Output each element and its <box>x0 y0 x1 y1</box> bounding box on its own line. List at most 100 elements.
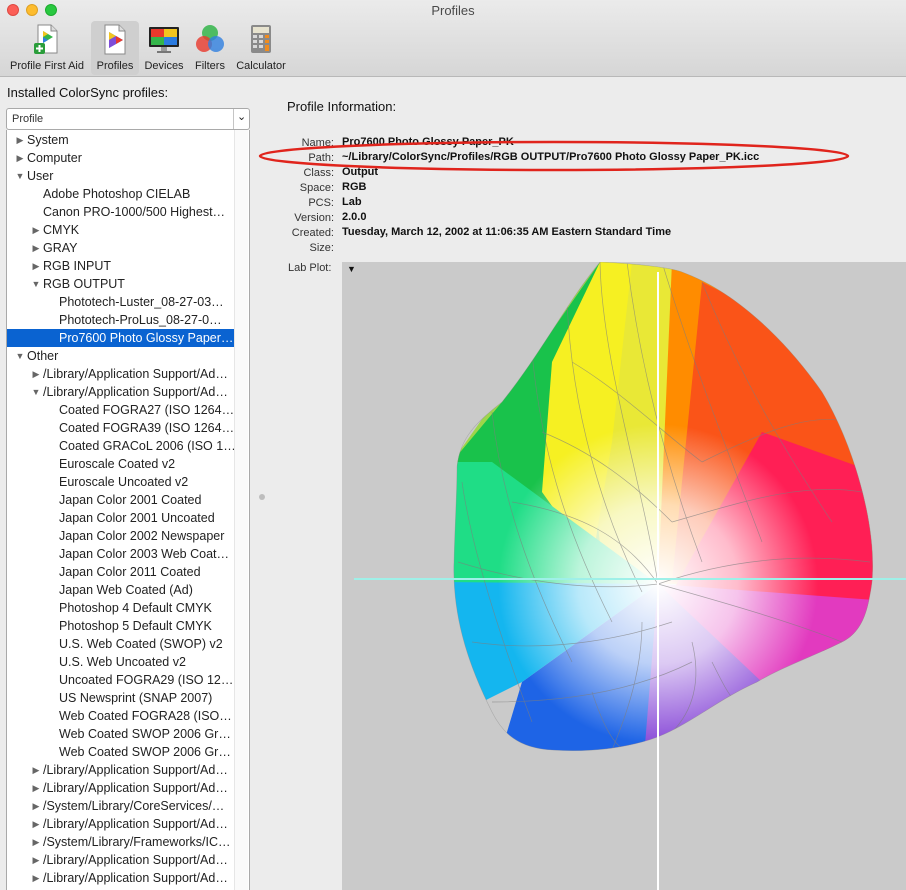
tree-row-label: RGB INPUT <box>43 259 112 273</box>
version-value: 2.0.0 <box>342 211 367 223</box>
tree-row[interactable]: Phototech-ProLus_08-27-0… <box>7 311 235 329</box>
tree-row[interactable]: Web Coated SWOP 2006 Gr… <box>7 743 235 761</box>
disclosure-collapsed-icon[interactable]: ▶ <box>31 797 41 815</box>
tree-row[interactable]: Adobe Photoshop CIELAB <box>7 185 235 203</box>
toolbar-calculator[interactable]: Calculator <box>232 21 290 75</box>
plot-options-disclosure-icon[interactable]: ▼ <box>347 264 356 274</box>
toolbar-devices[interactable]: Devices <box>140 21 188 75</box>
profile-information-heading: Profile Information: <box>287 99 397 114</box>
tree-row[interactable]: ▶/Library/Application Support/Ad… <box>7 779 235 797</box>
tree-row[interactable]: Coated GRACoL 2006 (ISO 1… <box>7 437 235 455</box>
tree-row[interactable]: ▶/System/Library/CoreServices/… <box>7 797 235 815</box>
disclosure-collapsed-icon[interactable]: ▶ <box>31 761 41 779</box>
tree-row[interactable]: ▼ User <box>7 167 235 185</box>
tree-row[interactable]: ▶/System/Library/Frameworks/IC… <box>7 833 235 851</box>
tree-row[interactable]: Japan Color 2003 Web Coat… <box>7 545 235 563</box>
lab-gamut-plot <box>354 261 906 890</box>
tree-row[interactable]: ▶ RGB INPUT <box>7 257 235 275</box>
tree-row[interactable]: Phototech-Luster_08-27-03… <box>7 293 235 311</box>
tree-row-label: /Library/Application Support/Ad… <box>43 763 228 777</box>
tree-row[interactable]: ▶/Library/Application Support/Ad… <box>7 851 235 869</box>
tree-row[interactable]: US Newsprint (SNAP 2007) <box>7 689 235 707</box>
tree-row[interactable]: Japan Color 2001 Coated <box>7 491 235 509</box>
tree-row[interactable]: Japan Color 2002 Newspaper <box>7 527 235 545</box>
tree-row[interactable]: Euroscale Coated v2 <box>7 455 235 473</box>
disclosure-collapsed-icon[interactable]: ▶ <box>31 833 41 851</box>
tree-row[interactable]: Pro7600 Photo Glossy Paper… <box>7 329 235 347</box>
tree-row[interactable]: ▼ Other <box>7 347 235 365</box>
installed-profiles-heading: Installed ColorSync profiles: <box>7 85 169 100</box>
disclosure-collapsed-icon[interactable]: ▶ <box>31 257 41 275</box>
disclosure-collapsed-icon[interactable]: ▶ <box>31 779 41 797</box>
tree-row[interactable]: ▼ RGB OUTPUT <box>7 275 235 293</box>
tree-row-label: U.S. Web Uncoated v2 <box>59 655 186 669</box>
tree-row[interactable]: ▶ CMYK <box>7 221 235 239</box>
tree-row[interactable]: Uncoated FOGRA29 (ISO 12… <box>7 671 235 689</box>
lab-plot-label: Lab Plot: <box>288 262 332 274</box>
disclosure-expanded-icon[interactable]: ▼ <box>15 167 25 185</box>
disclosure-expanded-icon[interactable]: ▼ <box>31 275 41 293</box>
tree-row[interactable]: Coated FOGRA39 (ISO 1264… <box>7 419 235 437</box>
tree-row[interactable]: Canon PRO-1000/500 Highest… <box>7 203 235 221</box>
select-dropdown-button[interactable]: ⌄ <box>233 109 249 129</box>
tree-row[interactable]: Photoshop 5 Default CMYK <box>7 617 235 635</box>
toolbar-label: Devices <box>144 60 184 72</box>
disclosure-collapsed-icon[interactable]: ▶ <box>31 815 41 833</box>
tree-row-label: /Library/Application Support/Ad… <box>43 817 228 831</box>
tree-row-label: Photoshop 5 Default CMYK <box>59 619 212 633</box>
tree-row[interactable]: Japan Color 2011 Coated <box>7 563 235 581</box>
disclosure-collapsed-icon[interactable]: ▶ <box>31 851 41 869</box>
toolbar-profile-first-aid[interactable]: Profile First Aid <box>4 21 90 75</box>
profile-filter-select[interactable]: Profile ⌄ <box>6 108 250 130</box>
pcs-value: Lab <box>342 196 362 208</box>
tree-row-label: Canon PRO-1000/500 Highest… <box>43 205 226 219</box>
tree-scrollbar[interactable] <box>234 130 248 890</box>
tree-row[interactable]: Coated FOGRA27 (ISO 1264… <box>7 401 235 419</box>
disclosure-collapsed-icon[interactable]: ▶ <box>31 239 41 257</box>
toolbar-profiles[interactable]: Profiles <box>91 21 139 75</box>
disclosure-collapsed-icon[interactable]: ▶ <box>15 131 25 149</box>
tree-row[interactable]: Euroscale Uncoated v2 <box>7 473 235 491</box>
tree-row-label: US Newsprint (SNAP 2007) <box>59 691 213 705</box>
calculator-icon <box>245 23 277 55</box>
disclosure-collapsed-icon[interactable]: ▶ <box>31 221 41 239</box>
tree-row[interactable]: Photoshop 4 Default CMYK <box>7 599 235 617</box>
tree-row[interactable]: ▶ System <box>7 131 235 149</box>
tree-row-label: Pro7600 Photo Glossy Paper… <box>59 331 234 345</box>
window-title: Profiles <box>431 3 475 18</box>
toolbar-label: Profile First Aid <box>10 60 84 72</box>
version-label: Version: <box>294 212 334 224</box>
tree-row[interactable]: Web Coated SWOP 2006 Gr… <box>7 725 235 743</box>
tree-row[interactable]: ▶ GRAY <box>7 239 235 257</box>
created-value: Tuesday, March 12, 2002 at 11:06:35 AM E… <box>342 226 672 238</box>
tree-row-label: /Library/Application Support/Ad… <box>43 871 228 885</box>
disclosure-collapsed-icon[interactable]: ▶ <box>31 869 41 887</box>
tree-row[interactable]: ▶/Library/Application Support/Ad… <box>7 365 235 383</box>
tree-row[interactable]: U.S. Web Coated (SWOP) v2 <box>7 635 235 653</box>
tree-row[interactable]: Japan Color 2001 Uncoated <box>7 509 235 527</box>
disclosure-expanded-icon[interactable]: ▼ <box>15 347 25 365</box>
tree-row[interactable]: U.S. Web Uncoated v2 <box>7 653 235 671</box>
disclosure-collapsed-icon[interactable]: ▶ <box>15 149 25 167</box>
tree-row[interactable]: ▶/Library/Application Support/Ad… <box>7 761 235 779</box>
split-view-handle[interactable] <box>259 494 265 500</box>
toolbar-filters[interactable]: Filters <box>189 21 231 75</box>
tree-row[interactable]: ▶ Computer <box>7 149 235 167</box>
tree-row-label: CMYK <box>43 223 80 237</box>
tree-row-label: User <box>27 169 54 183</box>
tree-row[interactable]: Web Coated FOGRA28 (ISO… <box>7 707 235 725</box>
tree-row-label: Coated FOGRA27 (ISO 1264… <box>59 403 235 417</box>
tree-row-label: Web Coated SWOP 2006 Gr… <box>59 745 231 759</box>
filters-icon <box>194 23 226 55</box>
tree-row-label: Japan Color 2001 Uncoated <box>59 511 215 525</box>
tree-row[interactable]: ▶/Library/Application Support/Ad… <box>7 815 235 833</box>
profile-tree[interactable]: ▶ System ▶ Computer ▼ User Adobe Photoshop CIE… <box>6 130 250 890</box>
tree-row-label: U.S. Web Coated (SWOP) v2 <box>59 637 223 651</box>
tree-row[interactable]: ▼/Library/Application Support/Ad… <box>7 383 235 401</box>
tree-row-label: Coated GRACoL 2006 (ISO 1… <box>59 439 235 453</box>
tree-row[interactable]: ▶/Library/Application Support/Ad… <box>7 869 235 887</box>
disclosure-expanded-icon[interactable]: ▼ <box>31 383 41 401</box>
disclosure-collapsed-icon[interactable]: ▶ <box>31 365 41 383</box>
lab-plot-view[interactable] <box>342 261 906 890</box>
tree-row[interactable]: Japan Web Coated (Ad) <box>7 581 235 599</box>
